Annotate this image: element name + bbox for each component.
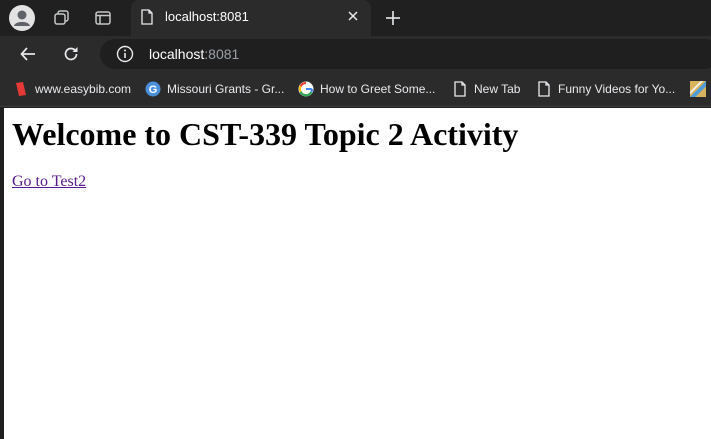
close-icon[interactable] — [346, 9, 360, 28]
workspaces-icon — [54, 10, 69, 25]
svg-text:G: G — [149, 84, 158, 96]
bookmark-overflow[interactable] — [690, 80, 711, 98]
bookmark-funny-videos[interactable]: Funny Videos for Yo... — [536, 80, 675, 98]
bookmarks-bar: www.easybib.com G Missouri Grants - Gr..… — [0, 72, 711, 107]
new-tab-button[interactable] — [380, 5, 406, 31]
reload-button[interactable] — [58, 41, 84, 67]
url-text: localhost:8081 — [149, 46, 239, 62]
tab-actions-button[interactable] — [90, 5, 116, 31]
info-icon[interactable] — [116, 45, 134, 68]
active-tab[interactable]: localhost:8081 — [131, 0, 371, 36]
url-host: localhost — [149, 46, 205, 62]
workspaces-button[interactable] — [49, 5, 75, 31]
reload-icon — [64, 47, 78, 61]
tab-title: localhost:8081 — [165, 9, 249, 24]
bookmark-missouri-grants[interactable]: G Missouri Grants - Gr... — [145, 80, 284, 98]
easybib-icon — [13, 81, 29, 97]
bookmark-label: www.easybib.com — [35, 82, 132, 96]
page-heading: Welcome to CST-339 Topic 2 Activity — [12, 116, 519, 152]
bookmark-label: New Tab — [474, 82, 521, 96]
bookmark-label: Missouri Grants - Gr... — [167, 82, 285, 96]
google-favicon-icon — [298, 81, 314, 97]
bookmark-how-to-greet[interactable]: How to Greet Some... — [298, 80, 435, 98]
bookmark-new-tab[interactable]: New Tab — [452, 80, 520, 98]
bookmark-easybib[interactable]: www.easybib.com — [13, 80, 131, 98]
page-icon — [140, 9, 154, 30]
page-icon — [452, 81, 468, 97]
bookmark-label: Funny Videos for Yo... — [558, 82, 676, 96]
person-icon — [14, 10, 30, 26]
arrow-left-icon — [20, 47, 35, 61]
go-to-test2-link[interactable]: Go to Test2 — [12, 173, 86, 191]
page-icon — [536, 81, 552, 97]
toolbar: localhost:8081 — [0, 36, 711, 72]
google-favicon-icon: G — [145, 81, 161, 97]
plus-icon — [386, 11, 400, 25]
tab-strip: localhost:8081 — [0, 0, 711, 36]
image-favicon-icon — [690, 81, 706, 97]
vertical-tabs-icon — [95, 11, 111, 25]
page-viewport: Welcome to CST-339 Topic 2 Activity Go t… — [4, 108, 711, 439]
bookmark-label: How to Greet Some... — [320, 82, 436, 96]
address-bar[interactable]: localhost:8081 — [100, 39, 711, 69]
profile-avatar[interactable] — [9, 5, 35, 31]
back-button[interactable] — [15, 41, 41, 67]
url-port: :8081 — [204, 46, 240, 62]
